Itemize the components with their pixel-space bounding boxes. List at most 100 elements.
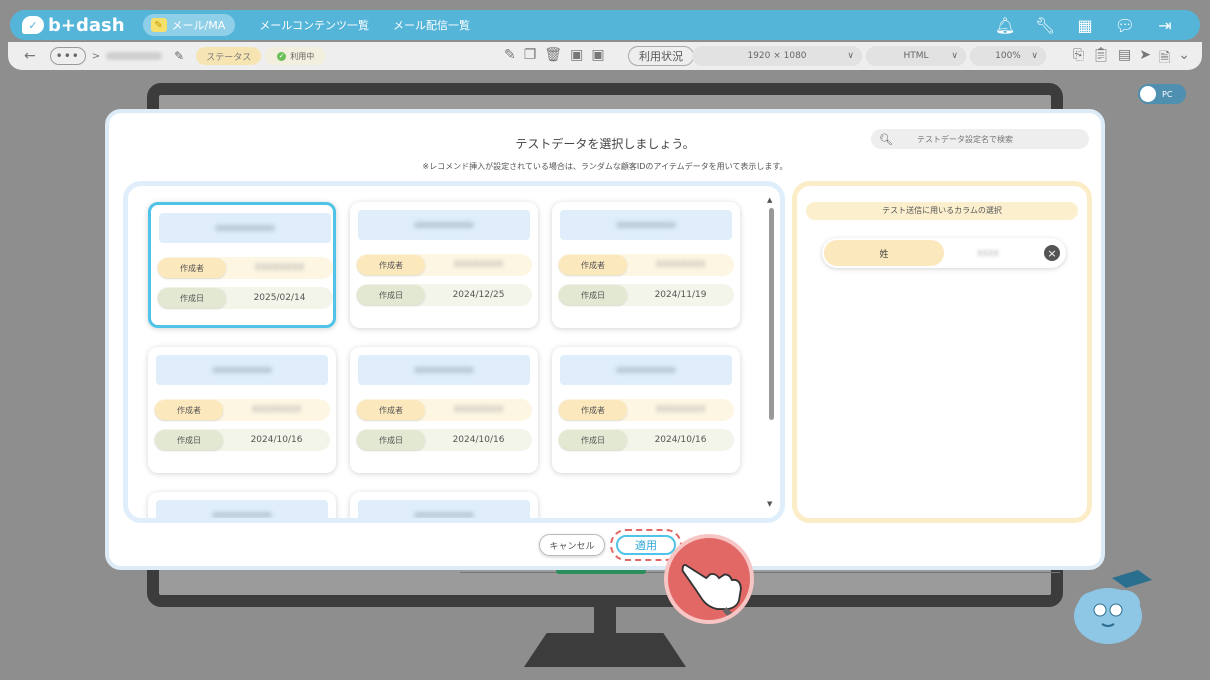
creator-value-blurred: XXXXXXXX	[655, 260, 706, 270]
card-title	[560, 210, 732, 240]
app-logo[interactable]: ✓ b+dash	[22, 15, 125, 36]
column-row[interactable]: 姓 XXXX ×	[822, 238, 1066, 268]
test-data-card[interactable]: 作成者 XXXXXXXX 作成日 2024/10/16	[148, 347, 336, 473]
test-data-modal: テストデータを選択しましょう。 ※レコメンド挿入が設定されている場合は、ランダム…	[105, 109, 1105, 570]
date-value: 2024/12/25	[452, 290, 505, 300]
creator-row: 作成者 XXXXXXXX	[157, 257, 333, 279]
column-select-panel: テスト送信に用いるカラムの選択 姓 XXXX ×	[792, 181, 1092, 523]
creator-row: 作成者 XXXXXXXX	[558, 254, 734, 276]
cancel-button[interactable]: キャンセル	[539, 534, 605, 556]
test-data-card[interactable]: 作成者 XXXXXXXX 作成日 2024/12/25	[350, 202, 538, 328]
mail-ma-menu[interactable]: ✎ メール/MA	[142, 14, 236, 36]
edit-icon[interactable]: ✎	[504, 47, 516, 63]
usage-button[interactable]: 利用状況	[628, 46, 694, 66]
date-value: 2024/11/19	[654, 290, 707, 300]
monitor-base	[524, 633, 686, 667]
test-data-card[interactable]: 作成者 XXXXXXXX 作成日 2025/02/14	[148, 202, 336, 328]
wrench-icon[interactable]: 🔧︎	[1034, 14, 1056, 36]
column-panel-title: テスト送信に用いるカラムの選択	[806, 202, 1078, 220]
creator-value-blurred: XXXXXXXX	[655, 405, 706, 415]
toggle-knob	[1140, 86, 1156, 102]
creator-label: 作成者	[559, 400, 627, 420]
scroll-down-icon[interactable]: ▼	[767, 500, 772, 508]
zoom-value: 100%	[995, 51, 1021, 61]
document-icon[interactable]: 🗎	[1159, 47, 1170, 71]
nav-mail-contents[interactable]: メールコンテンツ一覧	[259, 17, 369, 33]
breadcrumb-separator: >	[91, 50, 101, 62]
test-data-card[interactable]	[148, 492, 336, 518]
trash-icon[interactable]: 🗑︎	[544, 47, 562, 63]
more-button[interactable]: •••	[49, 47, 86, 65]
date-row: 作成日 2025/02/14	[157, 287, 333, 309]
date-row: 作成日 2024/10/16	[154, 429, 330, 451]
nav-mail-deliveries[interactable]: メール配信一覧	[393, 17, 470, 33]
date-value: 2025/02/14	[253, 293, 306, 303]
card-title	[156, 500, 328, 518]
card-title-blurred	[215, 225, 275, 231]
logout-icon[interactable]: ⇥	[1154, 14, 1176, 36]
pc-toggle[interactable]: PC	[1138, 84, 1186, 104]
editor-toolbar: ← ••• > ✎ ステータス ✓ 利用中 ✎ ❐ 🗑︎ ▣ ▣ 利用状況 19…	[8, 42, 1202, 70]
scroll-up-icon[interactable]: ▲	[767, 196, 772, 204]
date-label: 作成日	[559, 285, 627, 305]
archive-icon[interactable]: ▣	[570, 47, 583, 63]
card-title	[358, 210, 530, 240]
scrollbar-thumb[interactable]	[769, 208, 774, 420]
creator-value-blurred: XXXXXXXX	[453, 405, 504, 415]
mail-ma-label: メール/MA	[171, 19, 226, 32]
test-data-card[interactable]: 作成者 XXXXXXXX 作成日 2024/11/19	[552, 202, 740, 328]
card-title-blurred	[616, 367, 676, 373]
chevron-down-icon[interactable]: ⌄	[1178, 47, 1190, 71]
search-input[interactable]	[916, 134, 1077, 144]
format-select[interactable]: HTML ∨	[866, 46, 966, 66]
resolution-select[interactable]: 1920 × 1080 ∨	[692, 46, 862, 66]
pointing-hand-icon	[664, 534, 754, 624]
grid-icon[interactable]: ▦	[1074, 14, 1096, 36]
test-data-card[interactable]: 作成者 XXXXXXXX 作成日 2024/10/16	[350, 347, 538, 473]
copy-icon[interactable]: ❐	[524, 47, 537, 63]
date-row: 作成日 2024/10/16	[356, 429, 532, 451]
card-title	[156, 355, 328, 385]
chat-icon[interactable]: 💬︎	[1114, 14, 1136, 36]
status-label: ステータス	[196, 47, 262, 65]
edit-name-icon[interactable]: ✎	[174, 49, 184, 63]
bell-icon[interactable]: 🔔︎	[994, 14, 1016, 36]
column-name: 姓	[824, 240, 944, 266]
zoom-select[interactable]: 100% ∨	[970, 46, 1046, 66]
creator-row: 作成者 XXXXXXXX	[154, 399, 330, 421]
card-title	[358, 355, 530, 385]
format-value: HTML	[903, 51, 929, 61]
resolution-value: 1920 × 1080	[747, 51, 807, 61]
pen-icon: ✎	[150, 18, 167, 32]
back-button[interactable]: ←	[24, 48, 36, 64]
creator-row: 作成者 XXXXXXXX	[356, 254, 532, 276]
creator-label: 作成者	[158, 258, 226, 278]
card-list-scrollbar[interactable]: ▲ ▼	[767, 196, 774, 508]
test-data-search[interactable]: 🔍︎	[871, 129, 1089, 149]
test-data-card[interactable]	[350, 492, 538, 518]
date-value: 2024/10/16	[250, 435, 303, 445]
html-file-icon[interactable]: ⎘	[1073, 47, 1084, 71]
clipboard-icon[interactable]: 📋︎	[1092, 47, 1110, 71]
status-badge[interactable]: ✓ 利用中	[265, 47, 327, 65]
test-data-card[interactable]: 作成者 XXXXXXXX 作成日 2024/10/16	[552, 347, 740, 473]
date-label: 作成日	[559, 430, 627, 450]
mascot-icon	[1074, 570, 1152, 644]
content-name-blurred	[106, 52, 163, 60]
chevron-down-icon: ∨	[847, 51, 854, 61]
date-row: 作成日 2024/10/16	[558, 429, 734, 451]
apply-button[interactable]: 適用	[616, 535, 676, 555]
contact-icon[interactable]: ▤	[1118, 47, 1131, 71]
card-title-blurred	[414, 222, 474, 228]
card-title-blurred	[212, 367, 272, 373]
status-value: 利用中	[290, 51, 315, 61]
card-title	[560, 355, 732, 385]
search-icon: 🔍︎	[879, 132, 893, 146]
remove-column-icon[interactable]: ×	[1044, 245, 1060, 261]
date-label: 作成日	[155, 430, 223, 450]
card-title-blurred	[414, 512, 474, 518]
send-icon[interactable]: ➤	[1139, 47, 1151, 71]
creator-value-blurred: XXXXXXXX	[453, 260, 504, 270]
card-title-blurred	[212, 512, 272, 518]
creator-value-blurred: XXXXXXXX	[251, 405, 302, 415]
